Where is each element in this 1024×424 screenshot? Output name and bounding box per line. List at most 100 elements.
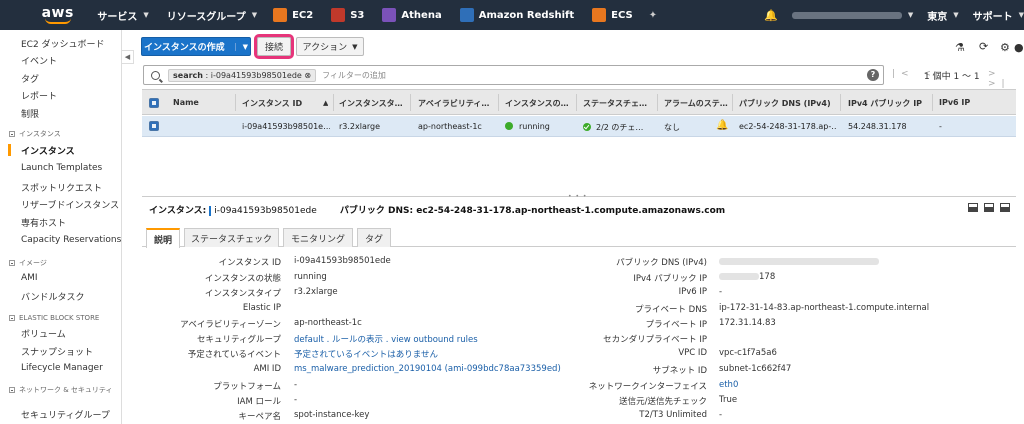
chevron-down-icon: ▼ [953, 11, 959, 19]
column-divider [498, 94, 499, 111]
sidebar-item-security-groups[interactable]: セキュリティグループ [21, 408, 110, 421]
sidebar-item-bundle-tasks[interactable]: バンドルタスク [21, 290, 84, 303]
sidebar-item-launch-templates[interactable]: Launch Templates [21, 163, 102, 173]
tab-monitoring[interactable]: モニタリング [283, 228, 353, 247]
chevron-down-icon[interactable]: ▼ [234, 42, 248, 51]
chevron-down-icon: ▼ [352, 42, 358, 51]
field-label: セキュリティグループ [197, 335, 281, 345]
drag-handle-icon[interactable]: • • • [568, 193, 587, 200]
shortcut-athena[interactable]: Athena [382, 8, 442, 22]
flask-icon[interactable]: ⚗ [955, 41, 965, 54]
layout-split-icon[interactable] [984, 203, 994, 212]
pin-icon: ✦ [648, 9, 658, 21]
notifications[interactable]: 🔔 [764, 9, 778, 22]
column-header-ipv6-ip[interactable]: IPv6 IP [939, 98, 999, 107]
help-circle-icon[interactable]: ● [1014, 41, 1024, 54]
tab-status-checks[interactable]: ステータスチェック [184, 228, 279, 247]
close-icon[interactable]: ⊗ [304, 71, 311, 80]
column-header-alarm-status[interactable]: アラームのステ… [664, 98, 734, 109]
column-header-instance-type[interactable]: インスタンスタ… [339, 98, 409, 109]
services-menu[interactable]: サービス ▼ [97, 8, 148, 23]
layout-top-icon[interactable] [1000, 203, 1010, 212]
refresh-icon[interactable]: ⟳ [979, 40, 988, 53]
actions-button[interactable]: アクション ▼ [296, 37, 364, 56]
help-icon[interactable]: ? [867, 69, 879, 81]
column-header-instance-id[interactable]: インスタンス ID [242, 98, 332, 109]
collapse-icon [9, 387, 15, 393]
shortcut-s3[interactable]: S3 [331, 8, 364, 22]
ec2-icon [273, 8, 288, 22]
sidebar-item-ami[interactable]: AMI [21, 273, 38, 283]
sidebar-item-reports[interactable]: レポート [21, 89, 57, 102]
sidebar-item-events[interactable]: イベント [21, 54, 57, 67]
field-label: プライベート IP [645, 320, 707, 330]
column-header-availability-zone[interactable]: アベイラビリティ… [418, 98, 496, 109]
sidebar-section-ebs[interactable]: ELASTIC BLOCK STORE [9, 314, 99, 322]
connect-button[interactable]: 接続 [254, 34, 294, 59]
security-group-links[interactable]: default . ルールの表示 . view outbound rules [294, 333, 478, 345]
column-header-ipv4-public-ip[interactable]: IPv4 パブリック IP [848, 98, 938, 109]
sidebar-section-images[interactable]: イメージ [9, 258, 47, 268]
top-navigation-bar: aws サービス ▼ リソースグループ ▼ EC2 S3 Athena Amazon… [0, 0, 1024, 30]
sidebar-item-snapshots[interactable]: スナップショット [21, 345, 93, 358]
search-input[interactable]: フィルターの追加 [322, 70, 386, 81]
network-interface-link[interactable]: eth0 [719, 380, 738, 390]
tab-description[interactable]: 説明 [146, 228, 180, 248]
shortcut-ecs[interactable]: ECS [592, 8, 633, 22]
sidebar-item-instances[interactable]: インスタンス [21, 144, 75, 157]
shortcut-ec2[interactable]: EC2 [273, 8, 313, 22]
bell-icon: 🔔 [764, 8, 778, 22]
sidebar-section-instances[interactable]: インスタンス [9, 129, 61, 139]
sidebar-item-dashboard[interactable]: EC2 ダッシュボード [21, 37, 105, 50]
check-icon [583, 123, 591, 131]
region-menu[interactable]: 東京 ▼ [927, 8, 958, 23]
field-value-instance-state: running [294, 272, 327, 282]
pager-count: 1 個中 1 〜 1 [924, 72, 980, 82]
resource-groups-menu[interactable]: リソースグループ ▼ [167, 8, 257, 23]
field-label: T2/T3 Unlimited [639, 410, 707, 420]
column-header-public-dns[interactable]: パブリック DNS (IPv4) [739, 98, 839, 109]
support-menu[interactable]: サポート ▼ [973, 8, 1024, 23]
tab-tags[interactable]: タグ [357, 228, 391, 247]
row-checkbox[interactable] [149, 121, 159, 131]
alarm-bell-icon[interactable]: 🔔 [716, 120, 728, 131]
column-header-name[interactable]: Name [173, 98, 233, 107]
gear-icon[interactable]: ⚙ [1000, 41, 1010, 54]
sidebar-item-lifecycle-manager[interactable]: Lifecycle Manager [21, 363, 103, 373]
sidebar-collapse-toggle[interactable]: ◀ [122, 50, 134, 64]
table-row[interactable]: i-09a41593b98501e… r3.2xlarge ap-northea… [142, 116, 1016, 137]
account-name-redacted [791, 11, 902, 19]
field-value-subnet-id: subnet-1c662f47 [719, 364, 792, 374]
account-menu[interactable]: ▼ [791, 11, 913, 19]
sidebar-item-limits[interactable]: 制限 [21, 107, 39, 120]
sidebar-item-reserved-instances[interactable]: リザーブドインスタンス [21, 198, 119, 211]
column-header-status-checks[interactable]: ステータスチェ… [583, 98, 656, 109]
sidebar-item-dedicated-hosts[interactable]: 専有ホスト [21, 216, 66, 229]
sidebar-item-volumes[interactable]: ボリューム [21, 327, 66, 340]
ami-id-link[interactable]: ms_malware_prediction_20190104 (ami-099b… [294, 364, 561, 374]
launch-instance-button[interactable]: インスタンスの作成 ▼ [141, 37, 251, 56]
field-value-t2-t3-unlimited: - [719, 410, 723, 420]
select-all-checkbox[interactable] [149, 98, 159, 108]
layout-bottom-icon[interactable] [968, 203, 978, 212]
column-divider [657, 94, 658, 111]
field-label: キーペア名 [238, 412, 281, 422]
instances-table-header: Name インスタンス ID ▲ インスタンスタ… アベイラビリティ… インスタ… [142, 89, 1016, 115]
aws-logo[interactable]: aws [38, 6, 77, 24]
field-label: 予定されているイベント [187, 350, 281, 360]
sidebar-item-capacity-reservations[interactable]: Capacity Reservations [21, 235, 121, 245]
filter-search-bar[interactable]: search : i-09a41593b98501ede ⊗ フィルターの追加 … [143, 65, 884, 85]
search-filter-token[interactable]: search : i-09a41593b98501ede ⊗ [168, 68, 317, 82]
sidebar-section-network[interactable]: ネットワーク & セキュリティ [9, 385, 113, 395]
column-divider [235, 94, 236, 111]
scheduled-events-link[interactable]: 予定されているイベントはありません [294, 348, 438, 360]
sort-asc-icon[interactable]: ▲ [323, 99, 328, 107]
pin-shortcut[interactable]: ✦ [649, 10, 657, 21]
pager-next-controls[interactable]: > >| [988, 69, 1024, 89]
column-header-instance-state[interactable]: インスタンスの… [505, 98, 575, 109]
shortcut-redshift[interactable]: Amazon Redshift [459, 8, 574, 22]
sidebar-item-spot-requests[interactable]: スポットリクエスト [21, 181, 102, 194]
cell-status-checks: 2/2 のチェ… [583, 122, 655, 133]
chevron-down-icon: ▼ [143, 11, 149, 19]
sidebar-item-tags[interactable]: タグ [21, 72, 39, 85]
